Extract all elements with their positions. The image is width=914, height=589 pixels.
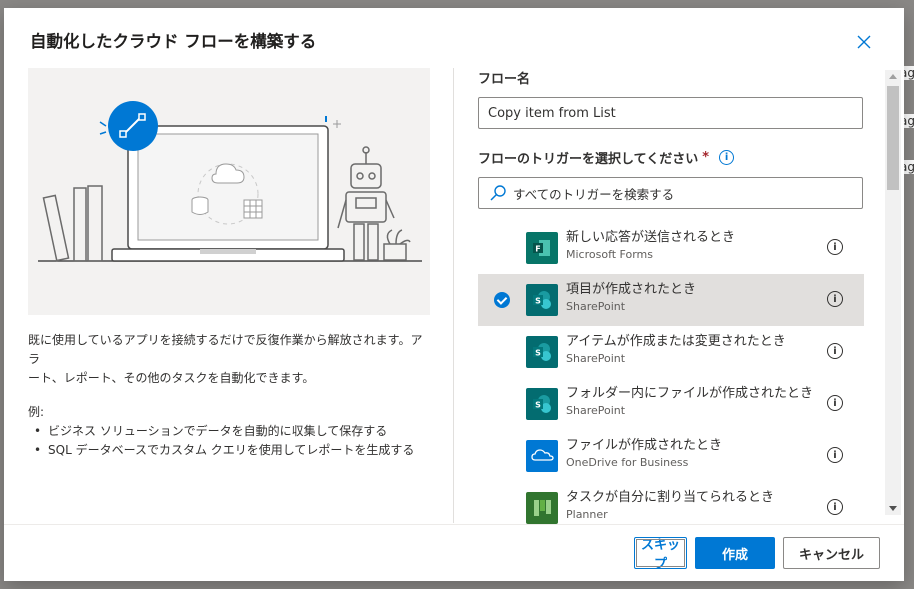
trigger-item[interactable]: ファイルが作成されたとき OneDrive for Business i [478, 430, 864, 482]
info-icon[interactable]: i [827, 499, 843, 515]
search-icon [490, 185, 506, 201]
flow-name-label: フロー名 [478, 72, 531, 87]
left-panel: 既に使用しているアプリを接続するだけで反復作業から解放されます。アラ ート、レポ… [28, 68, 430, 460]
right-panel: フロー名 フローのトリガーを選択してください * i すべてのトリガーを検索する [478, 68, 864, 209]
dialog-description: 既に使用しているアプリを接続するだけで反復作業から解放されます。アラ ート、レポ… [28, 331, 430, 388]
build-flow-dialog: 自動化したクラウド フローを構築する 既に使用しているアプリを接続するだけで反復… [4, 8, 904, 581]
example-item: SQL データベースでカスタム クエリを使用してレポートを生成する [28, 441, 430, 460]
examples-label: 例: [28, 405, 45, 419]
info-icon[interactable]: i [827, 343, 843, 359]
svg-text:S: S [535, 349, 541, 358]
scroll-down-icon[interactable] [889, 506, 897, 511]
sharepoint-icon: S [526, 336, 558, 368]
footer-divider [4, 524, 904, 525]
info-icon[interactable]: i [827, 291, 843, 307]
svg-text:S: S [535, 297, 541, 306]
trigger-label: フローのトリガーを選択してください [478, 152, 699, 167]
search-placeholder: すべてのトリガーを検索する [513, 186, 675, 202]
skip-button[interactable]: スキップ [634, 537, 687, 572]
flow-illustration [28, 68, 430, 315]
trigger-app: SharePoint [566, 300, 626, 313]
planner-icon [526, 492, 558, 524]
trigger-title: アイテムが作成または変更されたとき [566, 334, 786, 349]
flow-name-input[interactable] [478, 97, 863, 129]
description-line: ート、レポート、その他のタスクを自動化できます。 [28, 371, 315, 385]
info-icon[interactable]: i [827, 239, 843, 255]
sharepoint-icon: S [526, 284, 558, 316]
dialog-title: 自動化したクラウド フローを構築する [30, 32, 317, 51]
trigger-title: フォルダー内にファイルが作成されたとき [566, 386, 814, 401]
trigger-list: F 新しい応答が送信されるとき Microsoft Forms i S 項目が作… [478, 222, 864, 524]
trigger-app: SharePoint [566, 404, 626, 417]
trigger-item[interactable]: S アイテムが作成または変更されたとき SharePoint i [478, 326, 864, 378]
sharepoint-icon: S [526, 388, 558, 420]
info-icon[interactable]: i [827, 447, 843, 463]
required-mark: * [702, 150, 710, 165]
trigger-title: ファイルが作成されたとき [566, 438, 723, 453]
trigger-app: Planner [566, 508, 608, 521]
trigger-app: SharePoint [566, 352, 626, 365]
trigger-item-selected[interactable]: S 項目が作成されたとき SharePoint i [478, 274, 864, 326]
examples-section: 例: ビジネス ソリューションでデータを自動的に収集して保存する SQL データ… [28, 403, 430, 460]
checkmark-icon [494, 292, 510, 308]
scroll-up-icon[interactable] [889, 74, 897, 79]
info-icon[interactable]: i [719, 150, 735, 165]
trigger-search-input[interactable]: すべてのトリガーを検索する [478, 177, 863, 209]
trigger-app: Microsoft Forms [566, 248, 653, 261]
scrollbar[interactable] [885, 70, 901, 515]
examples-list: ビジネス ソリューションでデータを自動的に収集して保存する SQL データベース… [28, 422, 430, 460]
create-button[interactable]: 作成 [695, 537, 775, 569]
trigger-item[interactable]: S フォルダー内にファイルが作成されたとき SharePoint i [478, 378, 864, 430]
forms-icon: F [526, 232, 558, 264]
trigger-title: 項目が作成されたとき [566, 282, 697, 297]
trigger-title: タスクが自分に割り当てられるとき [566, 490, 775, 505]
trigger-label-row: フローのトリガーを選択してください * i [478, 148, 864, 167]
onedrive-icon [526, 440, 558, 472]
svg-text:S: S [535, 401, 541, 410]
laptop-illustration-icon [38, 101, 422, 262]
example-item: ビジネス ソリューションでデータを自動的に収集して保存する [28, 422, 430, 441]
description-line: 既に使用しているアプリを接続するだけで反復作業から解放されます。アラ [28, 333, 423, 366]
panel-divider [453, 68, 454, 523]
info-icon[interactable]: i [827, 395, 843, 411]
svg-text:F: F [535, 245, 540, 254]
scrollbar-thumb[interactable] [887, 86, 899, 190]
trigger-app: OneDrive for Business [566, 456, 689, 469]
trigger-title: 新しい応答が送信されるとき [566, 230, 736, 245]
close-icon[interactable] [854, 32, 874, 52]
trigger-item[interactable]: F 新しい応答が送信されるとき Microsoft Forms i [478, 222, 864, 274]
trigger-item[interactable]: タスクが自分に割り当てられるとき Planner i [478, 482, 864, 524]
cancel-button[interactable]: キャンセル [783, 537, 880, 569]
